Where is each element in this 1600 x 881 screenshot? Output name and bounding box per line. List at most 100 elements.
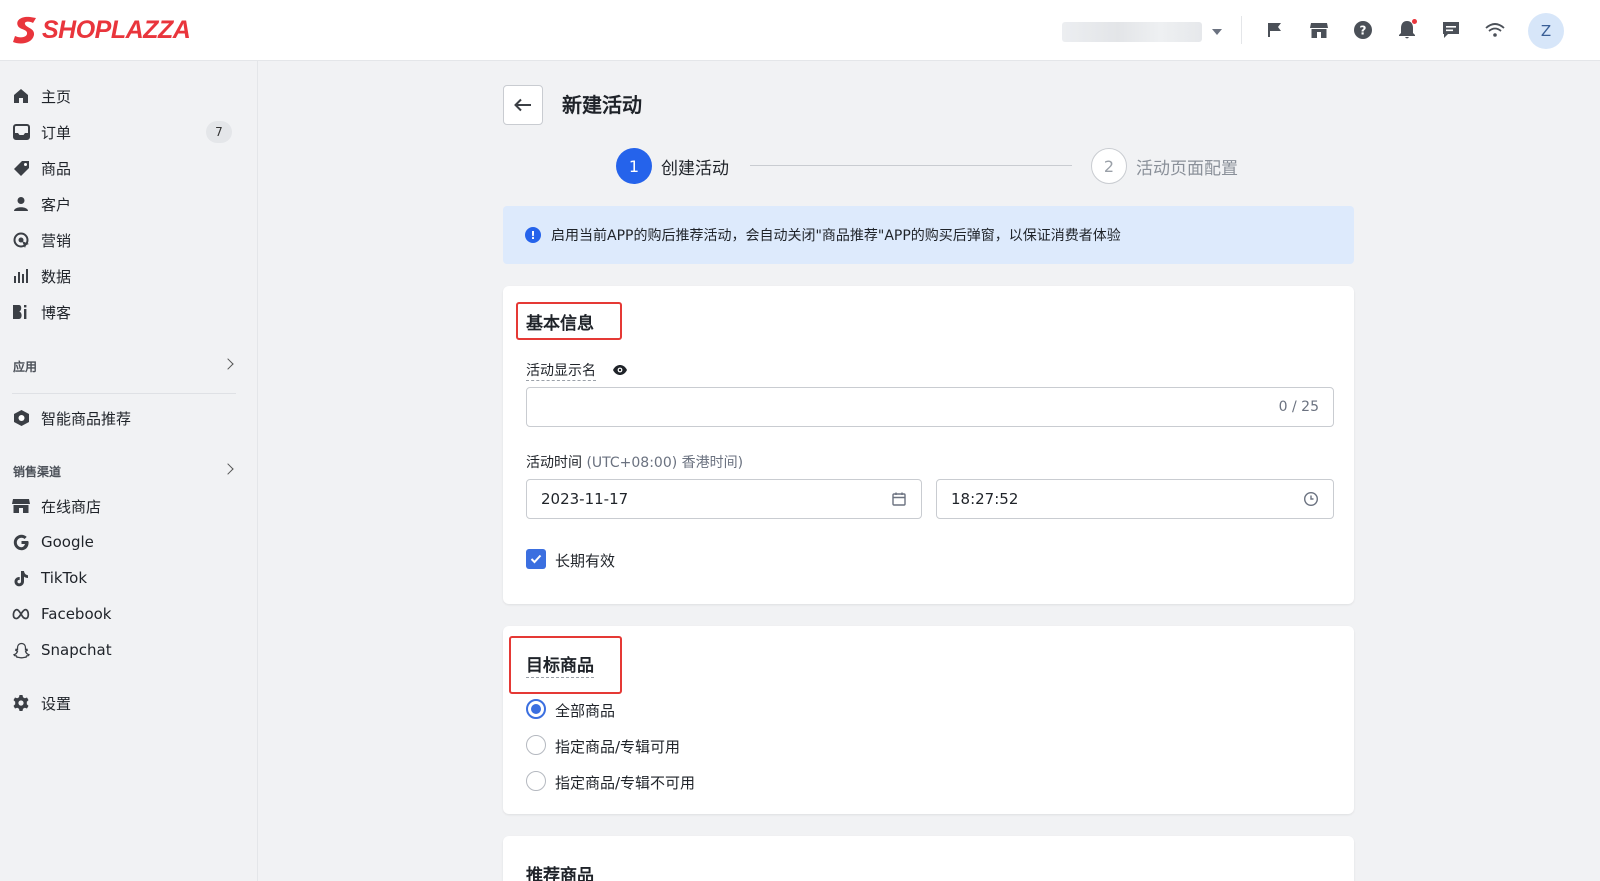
brand-logo[interactable]: SHOPLAZZA bbox=[12, 14, 191, 46]
inbox-icon bbox=[12, 123, 30, 141]
back-button[interactable] bbox=[503, 85, 543, 125]
sidebar-item-label: 在线商店 bbox=[41, 497, 102, 516]
radio-label: 指定商品/专辑不可用 bbox=[555, 774, 696, 792]
start-time-picker[interactable]: 18:27:52 bbox=[936, 479, 1334, 519]
radio-specified-available[interactable] bbox=[526, 735, 546, 755]
sidebar-item-label: 主页 bbox=[41, 87, 72, 106]
info-banner-text: 启用当前APP的购后推荐活动，会自动关闭"商品推荐"APP的购买后弹窗，以保证消… bbox=[551, 228, 1121, 244]
arrow-left-icon bbox=[514, 98, 531, 112]
divider bbox=[1241, 16, 1242, 44]
sidebar-item-label: 商品 bbox=[41, 159, 72, 178]
shoplazza-logo-icon bbox=[13, 16, 36, 44]
sidebar-item-smart-recommend[interactable]: 智能商品推荐 bbox=[0, 401, 258, 435]
sidebar-item-label: 智能商品推荐 bbox=[41, 409, 132, 428]
channels-section-header[interactable]: 销售渠道 bbox=[0, 459, 258, 483]
sidebar-item-settings[interactable]: 设置 bbox=[0, 686, 258, 720]
sidebar-item-tiktok[interactable]: TikTok bbox=[0, 561, 258, 595]
meta-icon bbox=[12, 605, 30, 623]
sidebar-item-snapchat[interactable]: Snapchat bbox=[0, 633, 258, 667]
sidebar-item-label: 营销 bbox=[41, 231, 72, 250]
sidebar-item-blog[interactable]: 博客 bbox=[0, 295, 258, 329]
radio-specified-unavailable[interactable] bbox=[526, 771, 546, 791]
radio-all-products[interactable] bbox=[526, 699, 546, 719]
sidebar-item-label: Snapchat bbox=[41, 641, 112, 659]
snapchat-icon bbox=[12, 641, 30, 659]
step-label: 活动页面配置 bbox=[1136, 158, 1238, 179]
target-icon bbox=[12, 231, 30, 249]
step-number: 2 bbox=[1091, 148, 1127, 184]
char-counter: 0 / 25 bbox=[1278, 399, 1319, 415]
step-page-config[interactable]: 2 活动页面配置 bbox=[1091, 148, 1238, 184]
sidebar-item-products[interactable]: 商品 bbox=[0, 151, 258, 185]
checkmark-icon bbox=[530, 554, 542, 564]
svg-text:?: ? bbox=[1360, 24, 1367, 38]
long-term-checkbox[interactable] bbox=[526, 549, 546, 569]
sidebar-item-label: 数据 bbox=[41, 267, 72, 286]
recommended-products-card: 推荐商品 bbox=[503, 836, 1354, 881]
top-bar: SHOPLAZZA ? Z bbox=[0, 0, 1600, 61]
target-title-text: 目标商品 bbox=[526, 656, 594, 678]
sidebar-item-marketing[interactable]: 营销 bbox=[0, 223, 258, 257]
step-label: 创建活动 bbox=[661, 158, 729, 179]
chevron-right-icon bbox=[222, 358, 234, 370]
sidebar-item-analytics[interactable]: 数据 bbox=[0, 259, 258, 293]
google-icon bbox=[12, 533, 30, 551]
date-value: 2023-11-17 bbox=[541, 490, 629, 508]
chat-icon[interactable] bbox=[1440, 19, 1462, 41]
sidebar-item-label: TikTok bbox=[41, 569, 88, 587]
sidebar-item-facebook[interactable]: Facebook bbox=[0, 597, 258, 631]
tag-icon bbox=[12, 159, 30, 177]
tiktok-icon bbox=[12, 569, 30, 587]
sidebar-item-online-store[interactable]: 在线商店 bbox=[0, 489, 258, 523]
sidebar-item-customers[interactable]: 客户 bbox=[0, 187, 258, 221]
sidebar-item-google[interactable]: Google bbox=[0, 525, 258, 559]
sidebar-item-label: 博客 bbox=[41, 303, 72, 322]
eye-icon[interactable] bbox=[612, 364, 628, 376]
brand-name: SHOPLAZZA bbox=[42, 15, 191, 44]
step-connector bbox=[750, 165, 1072, 166]
target-products-card: 目标商品 全部商品 指定商品/专辑可用 指定商品/专辑不可用 bbox=[503, 626, 1354, 814]
channels-heading: 销售渠道 bbox=[13, 464, 62, 479]
sidebar-item-label: 订单 bbox=[41, 123, 72, 142]
sidebar-item-orders[interactable]: 订单 7 bbox=[0, 115, 258, 149]
wifi-icon[interactable] bbox=[1484, 19, 1506, 41]
chevron-right-icon bbox=[222, 463, 234, 475]
info-icon: ! bbox=[525, 227, 541, 243]
step-create-activity: 1 创建活动 bbox=[616, 148, 729, 184]
apps-section-header[interactable]: 应用 bbox=[0, 354, 258, 378]
calendar-icon bbox=[892, 492, 906, 506]
clock-icon bbox=[1303, 491, 1319, 507]
home-icon bbox=[12, 87, 30, 105]
sidebar-item-label: Google bbox=[41, 533, 94, 551]
display-name-input[interactable]: 0 / 25 bbox=[526, 387, 1334, 427]
card-title: 基本信息 bbox=[526, 314, 594, 334]
orders-count-badge: 7 bbox=[206, 121, 232, 143]
store-icon bbox=[12, 497, 30, 515]
help-icon[interactable]: ? bbox=[1352, 19, 1374, 41]
radio-label: 指定商品/专辑可用 bbox=[555, 738, 681, 756]
sidebar: 主页 订单 7 商品 客户 营销 数据 博客 应用 智能商品推荐 销售渠道 在线… bbox=[0, 61, 258, 881]
person-icon bbox=[12, 195, 30, 213]
start-date-picker[interactable]: 2023-11-17 bbox=[526, 479, 922, 519]
store-selector[interactable] bbox=[1062, 20, 1228, 44]
display-name-label: 活动显示名 bbox=[526, 360, 596, 381]
notification-dot bbox=[1412, 19, 1417, 24]
radio-label: 全部商品 bbox=[555, 702, 616, 720]
sidebar-item-home[interactable]: 主页 bbox=[0, 79, 258, 113]
bar-chart-icon bbox=[12, 267, 30, 285]
sidebar-item-label: Facebook bbox=[41, 605, 112, 623]
long-term-label: 长期有效 bbox=[555, 552, 616, 570]
app-hexagon-icon bbox=[12, 409, 30, 427]
bell-icon[interactable] bbox=[1396, 19, 1418, 41]
info-banner: ! 启用当前APP的购后推荐活动，会自动关闭"商品推荐"APP的购买后弹窗，以保… bbox=[503, 206, 1354, 264]
time-value: 18:27:52 bbox=[951, 490, 1019, 508]
apps-heading: 应用 bbox=[13, 359, 38, 374]
user-avatar[interactable]: Z bbox=[1528, 13, 1564, 49]
store-icon[interactable] bbox=[1308, 19, 1330, 41]
flag-icon[interactable] bbox=[1264, 19, 1286, 41]
card-title: 目标商品 bbox=[526, 651, 594, 678]
store-name-redacted bbox=[1062, 22, 1202, 42]
step-number: 1 bbox=[616, 148, 652, 184]
sidebar-item-label: 设置 bbox=[41, 694, 72, 713]
basic-info-card: 基本信息 活动显示名 0 / 25 活动时间 (UTC+08:00) 香港时间)… bbox=[503, 286, 1354, 604]
